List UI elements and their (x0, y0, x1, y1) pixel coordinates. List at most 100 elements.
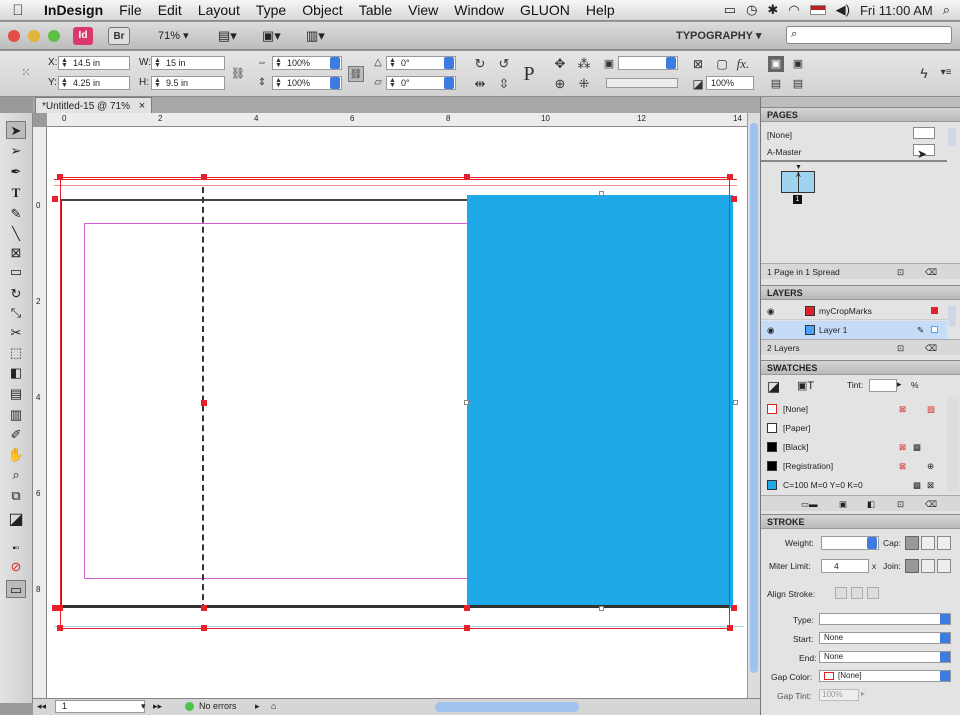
shear-dropdown-icon[interactable] (444, 77, 454, 89)
layer-row[interactable]: ◉ myCropMarks (761, 302, 947, 320)
layer-name[interactable]: myCropMarks (819, 302, 872, 320)
scale-y-stepper-icon[interactable]: ▲ ▼ (275, 77, 282, 89)
rectangle-frame-tool-icon[interactable]: ⊠ (6, 244, 26, 262)
layer-name[interactable]: Layer 1 (819, 321, 847, 339)
selection-handle[interactable] (52, 196, 58, 202)
x-position-field[interactable]: ▲ ▼ 14.5 in (58, 56, 130, 70)
selection-handle[interactable] (201, 605, 207, 611)
workspace-switcher[interactable]: TYPOGRAPHY ▾ (676, 29, 761, 42)
direct-selection-tool-icon[interactable]: ➢ (6, 142, 26, 160)
select-previous-icon[interactable]: ⁂ (576, 56, 592, 72)
y-stepper-icon[interactable]: ▲ ▼ (61, 77, 68, 89)
rotation-field[interactable]: ▲ ▼ 0° (386, 56, 456, 70)
close-window-button[interactable] (8, 30, 20, 42)
eyedropper-tool-icon[interactable]: ✐ (6, 426, 26, 444)
bridge-button[interactable]: Br (108, 27, 130, 45)
preflight-menu-icon[interactable]: ▸ (255, 701, 260, 712)
layer-row-selected[interactable]: ◉ Layer 1 ✎ (761, 321, 947, 339)
menu-object[interactable]: Object (294, 2, 350, 18)
selection-handle[interactable] (464, 625, 470, 631)
swatch-name[interactable]: [Black] (783, 438, 809, 456)
rotate-cw-icon[interactable]: ↻ (472, 56, 488, 72)
selection-tool-icon[interactable]: ➤ (6, 121, 26, 139)
scale-x-stepper-icon[interactable]: ▲ ▼ (275, 57, 282, 69)
weight-field[interactable] (821, 536, 879, 550)
layers-panel-header[interactable]: LAYERS (761, 285, 960, 300)
none-master-thumb[interactable] (913, 127, 935, 139)
rotate-tool-icon[interactable]: ↻ (6, 285, 26, 303)
projecting-cap-icon[interactable] (937, 536, 951, 550)
swatch-row[interactable]: [Paper] (761, 419, 947, 437)
rotation-dropdown-icon[interactable] (444, 57, 454, 69)
frame-handle[interactable] (599, 191, 604, 196)
select-next-icon[interactable]: ⁜ (576, 76, 592, 92)
new-page-icon[interactable]: ⊡ (897, 264, 904, 280)
horizontal-ruler[interactable]: 0 2 4 6 8 10 12 14 (47, 113, 747, 127)
butt-cap-icon[interactable] (905, 536, 919, 550)
gap-tint-field[interactable]: 100% (819, 689, 859, 701)
visibility-eye-icon[interactable]: ◉ (767, 321, 774, 339)
menu-file[interactable]: File (111, 2, 150, 18)
scale-x-dropdown-icon[interactable] (330, 57, 340, 69)
scale-y-dropdown-icon[interactable] (330, 77, 340, 89)
screen-mode-icon[interactable]: ▣▾ (262, 28, 281, 44)
selection-handle[interactable] (464, 174, 470, 180)
weight-dropdown-icon[interactable] (867, 537, 877, 549)
none-master[interactable]: [None] (767, 130, 792, 140)
type-tool-icon[interactable]: T (6, 184, 26, 202)
menu-app-name[interactable]: InDesign (36, 2, 111, 18)
volume-icon[interactable]: ◀) (836, 2, 850, 18)
vertical-ruler[interactable]: 0 2 4 6 8 (33, 127, 47, 698)
new-swatch-icon[interactable]: ⊡ (897, 496, 904, 512)
selection-handle[interactable] (731, 196, 737, 202)
note-tool-2-icon[interactable]: ▥ (6, 406, 26, 424)
pages-scrollbar[interactable] (948, 127, 956, 147)
constrain-scale-icon[interactable]: ⛓ (348, 66, 364, 82)
frame-icon[interactable]: ▢ (714, 56, 730, 72)
wifi-icon[interactable]: ◠ (788, 2, 799, 18)
show-all-swatches-icon[interactable]: ▭▬ (801, 496, 818, 512)
time-machine-icon[interactable]: ◷ (746, 2, 757, 18)
gradient-tool-icon[interactable]: ◧ (6, 364, 26, 382)
frame-handle[interactable] (599, 606, 604, 611)
document-canvas[interactable] (47, 127, 747, 698)
scale-tool-icon[interactable]: ⤡ (6, 304, 26, 322)
selection-handle[interactable] (464, 605, 470, 611)
swatch-row[interactable]: C=100 M=0 Y=0 K=0 ▩ ⊠ (761, 476, 947, 494)
zoom-tool-icon[interactable]: ⌕ (6, 466, 26, 484)
vertical-scroll-thumb[interactable] (750, 123, 758, 673)
drop-shadow-icon[interactable]: ◪ (690, 76, 706, 92)
panel-dock-header[interactable] (761, 97, 960, 107)
swatches-scrollbar[interactable] (947, 397, 959, 492)
preflight-status-text[interactable]: No errors (199, 701, 237, 711)
gap-tint-slider-icon[interactable]: ▸ (861, 689, 865, 698)
flip-vertical-icon[interactable]: ⇳ (496, 76, 512, 92)
swatch-row[interactable]: [None] ⊠ ▨ (761, 400, 947, 418)
default-fill-stroke-icon[interactable]: ⧉ (6, 487, 26, 505)
w-stepper-icon[interactable]: ▲ ▼ (154, 57, 161, 69)
search-field[interactable]: ⌕ (786, 26, 952, 44)
selection-handle[interactable] (57, 625, 63, 631)
delete-layer-icon[interactable]: ⌫ (925, 340, 937, 356)
center-content-icon[interactable]: ▤ (768, 76, 784, 92)
constrain-proportions-icon[interactable]: ⛓ (230, 66, 246, 82)
stroke-type-select[interactable] (819, 613, 951, 625)
control-menu-icon[interactable]: ▾≡ (938, 65, 954, 81)
flag-icon[interactable] (809, 5, 826, 15)
arrange-documents-icon[interactable]: ▥▾ (306, 28, 325, 44)
tint-field[interactable] (869, 379, 897, 392)
swatch-row[interactable]: [Black] ⊠ ▩ (761, 438, 947, 456)
fit-proportional-icon[interactable]: ▤ (790, 76, 806, 92)
menu-type[interactable]: Type (248, 2, 294, 18)
text-wrap-icon[interactable]: ⊠ (690, 56, 706, 72)
fill-frame-icon[interactable]: ▣ (768, 56, 784, 72)
shear-field[interactable]: ▲ ▼ 0° (386, 76, 456, 90)
spread-thumbnail[interactable]: A (781, 171, 815, 193)
swatch-name[interactable]: [None] (783, 400, 808, 418)
bevel-join-icon[interactable] (937, 559, 951, 573)
select-content-icon[interactable]: ⊕ (552, 76, 568, 92)
document-tab[interactable]: *Untitled-15 @ 71% × (35, 97, 153, 113)
y-position-field[interactable]: ▲ ▼ 4.25 in (58, 76, 130, 90)
round-join-icon[interactable] (921, 559, 935, 573)
formatting-container-icon[interactable]: ▪▫ (6, 540, 26, 558)
